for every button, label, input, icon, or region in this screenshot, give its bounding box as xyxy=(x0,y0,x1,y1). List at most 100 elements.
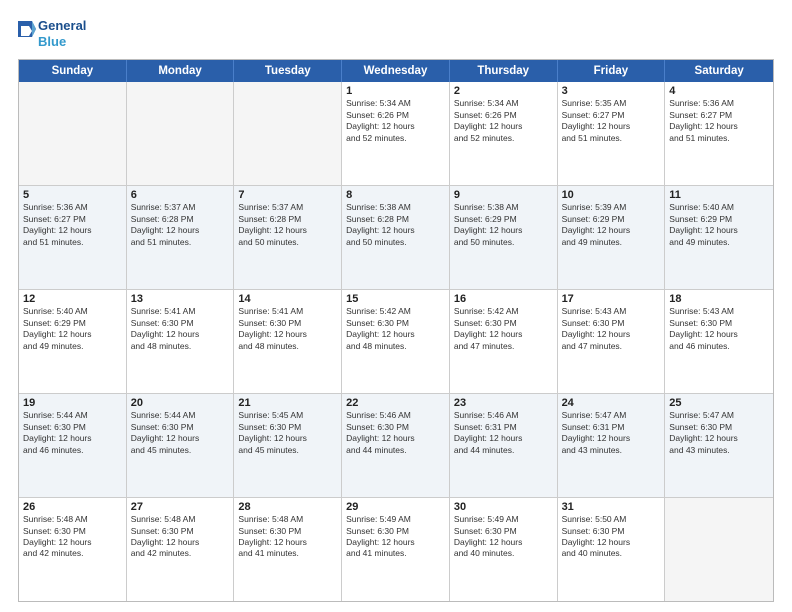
cal-header-sunday: Sunday xyxy=(19,60,127,82)
cal-cell: 22Sunrise: 5:46 AM Sunset: 6:30 PM Dayli… xyxy=(342,394,450,497)
cal-cell xyxy=(19,82,127,185)
day-info: Sunrise: 5:39 AM Sunset: 6:29 PM Dayligh… xyxy=(562,202,661,248)
cal-cell: 1Sunrise: 5:34 AM Sunset: 6:26 PM Daylig… xyxy=(342,82,450,185)
cal-cell: 23Sunrise: 5:46 AM Sunset: 6:31 PM Dayli… xyxy=(450,394,558,497)
day-info: Sunrise: 5:47 AM Sunset: 6:30 PM Dayligh… xyxy=(669,410,769,456)
calendar-body: 1Sunrise: 5:34 AM Sunset: 6:26 PM Daylig… xyxy=(19,82,773,601)
logo-general: General xyxy=(38,18,86,34)
logo-block: General Blue xyxy=(18,18,86,49)
day-number: 18 xyxy=(669,293,769,305)
day-number: 6 xyxy=(131,189,230,201)
cal-header-wednesday: Wednesday xyxy=(342,60,450,82)
day-info: Sunrise: 5:36 AM Sunset: 6:27 PM Dayligh… xyxy=(23,202,122,248)
day-info: Sunrise: 5:41 AM Sunset: 6:30 PM Dayligh… xyxy=(238,306,337,352)
day-info: Sunrise: 5:48 AM Sunset: 6:30 PM Dayligh… xyxy=(23,514,122,560)
cal-header-monday: Monday xyxy=(127,60,235,82)
cal-cell: 8Sunrise: 5:38 AM Sunset: 6:28 PM Daylig… xyxy=(342,186,450,289)
logo-icon xyxy=(18,21,36,47)
day-number: 25 xyxy=(669,397,769,409)
day-info: Sunrise: 5:48 AM Sunset: 6:30 PM Dayligh… xyxy=(238,514,337,560)
day-number: 9 xyxy=(454,189,553,201)
day-number: 22 xyxy=(346,397,445,409)
cal-cell: 9Sunrise: 5:38 AM Sunset: 6:29 PM Daylig… xyxy=(450,186,558,289)
day-info: Sunrise: 5:43 AM Sunset: 6:30 PM Dayligh… xyxy=(562,306,661,352)
day-info: Sunrise: 5:47 AM Sunset: 6:31 PM Dayligh… xyxy=(562,410,661,456)
cal-cell: 12Sunrise: 5:40 AM Sunset: 6:29 PM Dayli… xyxy=(19,290,127,393)
day-number: 31 xyxy=(562,501,661,513)
calendar-header-row: SundayMondayTuesdayWednesdayThursdayFrid… xyxy=(19,60,773,82)
day-info: Sunrise: 5:45 AM Sunset: 6:30 PM Dayligh… xyxy=(238,410,337,456)
cal-cell: 27Sunrise: 5:48 AM Sunset: 6:30 PM Dayli… xyxy=(127,498,235,601)
day-info: Sunrise: 5:37 AM Sunset: 6:28 PM Dayligh… xyxy=(238,202,337,248)
cal-cell: 29Sunrise: 5:49 AM Sunset: 6:30 PM Dayli… xyxy=(342,498,450,601)
day-number: 8 xyxy=(346,189,445,201)
day-info: Sunrise: 5:40 AM Sunset: 6:29 PM Dayligh… xyxy=(23,306,122,352)
day-info: Sunrise: 5:43 AM Sunset: 6:30 PM Dayligh… xyxy=(669,306,769,352)
day-number: 11 xyxy=(669,189,769,201)
day-info: Sunrise: 5:36 AM Sunset: 6:27 PM Dayligh… xyxy=(669,98,769,144)
day-info: Sunrise: 5:34 AM Sunset: 6:26 PM Dayligh… xyxy=(346,98,445,144)
cal-cell: 30Sunrise: 5:49 AM Sunset: 6:30 PM Dayli… xyxy=(450,498,558,601)
day-number: 15 xyxy=(346,293,445,305)
cal-cell: 21Sunrise: 5:45 AM Sunset: 6:30 PM Dayli… xyxy=(234,394,342,497)
cal-cell: 20Sunrise: 5:44 AM Sunset: 6:30 PM Dayli… xyxy=(127,394,235,497)
calendar: SundayMondayTuesdayWednesdayThursdayFrid… xyxy=(18,59,774,602)
cal-row-4: 26Sunrise: 5:48 AM Sunset: 6:30 PM Dayli… xyxy=(19,497,773,601)
cal-cell: 24Sunrise: 5:47 AM Sunset: 6:31 PM Dayli… xyxy=(558,394,666,497)
cal-cell: 2Sunrise: 5:34 AM Sunset: 6:26 PM Daylig… xyxy=(450,82,558,185)
cal-cell: 31Sunrise: 5:50 AM Sunset: 6:30 PM Dayli… xyxy=(558,498,666,601)
day-info: Sunrise: 5:46 AM Sunset: 6:31 PM Dayligh… xyxy=(454,410,553,456)
day-info: Sunrise: 5:42 AM Sunset: 6:30 PM Dayligh… xyxy=(346,306,445,352)
cal-row-0: 1Sunrise: 5:34 AM Sunset: 6:26 PM Daylig… xyxy=(19,82,773,185)
day-number: 13 xyxy=(131,293,230,305)
logo-blue: Blue xyxy=(38,34,86,50)
cal-cell: 4Sunrise: 5:36 AM Sunset: 6:27 PM Daylig… xyxy=(665,82,773,185)
cal-cell: 17Sunrise: 5:43 AM Sunset: 6:30 PM Dayli… xyxy=(558,290,666,393)
cal-cell: 6Sunrise: 5:37 AM Sunset: 6:28 PM Daylig… xyxy=(127,186,235,289)
cal-row-3: 19Sunrise: 5:44 AM Sunset: 6:30 PM Dayli… xyxy=(19,393,773,497)
day-number: 10 xyxy=(562,189,661,201)
day-info: Sunrise: 5:49 AM Sunset: 6:30 PM Dayligh… xyxy=(346,514,445,560)
day-number: 20 xyxy=(131,397,230,409)
cal-cell: 11Sunrise: 5:40 AM Sunset: 6:29 PM Dayli… xyxy=(665,186,773,289)
page: General Blue SundayMondayTuesdayWednesda… xyxy=(0,0,792,612)
cal-cell: 25Sunrise: 5:47 AM Sunset: 6:30 PM Dayli… xyxy=(665,394,773,497)
day-info: Sunrise: 5:38 AM Sunset: 6:29 PM Dayligh… xyxy=(454,202,553,248)
day-info: Sunrise: 5:42 AM Sunset: 6:30 PM Dayligh… xyxy=(454,306,553,352)
cal-cell: 18Sunrise: 5:43 AM Sunset: 6:30 PM Dayli… xyxy=(665,290,773,393)
cal-cell: 5Sunrise: 5:36 AM Sunset: 6:27 PM Daylig… xyxy=(19,186,127,289)
day-number: 21 xyxy=(238,397,337,409)
day-number: 24 xyxy=(562,397,661,409)
day-number: 3 xyxy=(562,85,661,97)
cal-header-tuesday: Tuesday xyxy=(234,60,342,82)
day-number: 2 xyxy=(454,85,553,97)
day-info: Sunrise: 5:40 AM Sunset: 6:29 PM Dayligh… xyxy=(669,202,769,248)
day-number: 5 xyxy=(23,189,122,201)
day-info: Sunrise: 5:34 AM Sunset: 6:26 PM Dayligh… xyxy=(454,98,553,144)
cal-cell: 28Sunrise: 5:48 AM Sunset: 6:30 PM Dayli… xyxy=(234,498,342,601)
cal-cell: 15Sunrise: 5:42 AM Sunset: 6:30 PM Dayli… xyxy=(342,290,450,393)
cal-row-2: 12Sunrise: 5:40 AM Sunset: 6:29 PM Dayli… xyxy=(19,289,773,393)
cal-cell: 7Sunrise: 5:37 AM Sunset: 6:28 PM Daylig… xyxy=(234,186,342,289)
cal-row-1: 5Sunrise: 5:36 AM Sunset: 6:27 PM Daylig… xyxy=(19,185,773,289)
day-info: Sunrise: 5:37 AM Sunset: 6:28 PM Dayligh… xyxy=(131,202,230,248)
logo-text: General Blue xyxy=(38,18,86,49)
day-number: 26 xyxy=(23,501,122,513)
logo: General Blue xyxy=(18,18,86,49)
day-info: Sunrise: 5:49 AM Sunset: 6:30 PM Dayligh… xyxy=(454,514,553,560)
day-number: 27 xyxy=(131,501,230,513)
cal-header-thursday: Thursday xyxy=(450,60,558,82)
day-info: Sunrise: 5:35 AM Sunset: 6:27 PM Dayligh… xyxy=(562,98,661,144)
day-number: 16 xyxy=(454,293,553,305)
day-info: Sunrise: 5:50 AM Sunset: 6:30 PM Dayligh… xyxy=(562,514,661,560)
day-number: 19 xyxy=(23,397,122,409)
cal-cell xyxy=(127,82,235,185)
day-number: 28 xyxy=(238,501,337,513)
day-number: 23 xyxy=(454,397,553,409)
day-number: 7 xyxy=(238,189,337,201)
day-number: 1 xyxy=(346,85,445,97)
cal-cell xyxy=(665,498,773,601)
cal-cell: 13Sunrise: 5:41 AM Sunset: 6:30 PM Dayli… xyxy=(127,290,235,393)
day-number: 4 xyxy=(669,85,769,97)
day-info: Sunrise: 5:41 AM Sunset: 6:30 PM Dayligh… xyxy=(131,306,230,352)
